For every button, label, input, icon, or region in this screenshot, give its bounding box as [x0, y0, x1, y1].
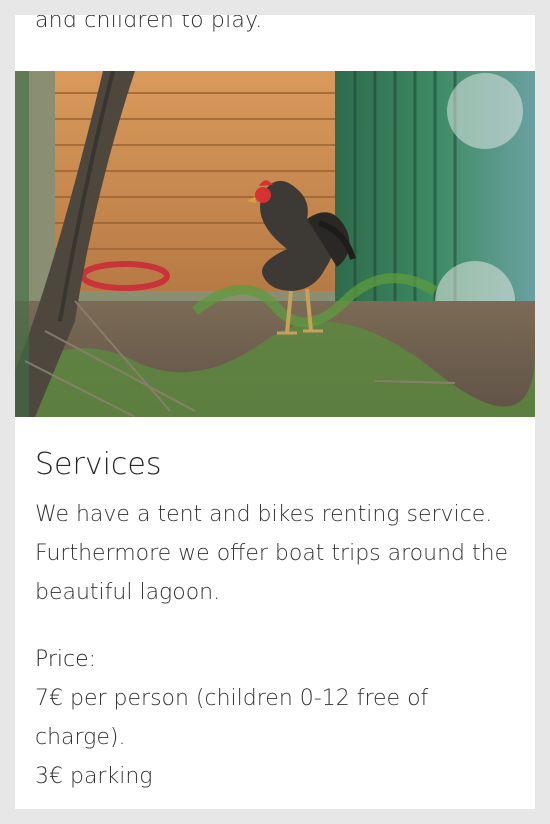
content-card: and children to play. Services We have a… — [15, 15, 535, 809]
services-section: Services We have a tent and bikes rentin… — [35, 445, 515, 796]
price-label: Price: — [35, 647, 97, 672]
rooster-photo — [15, 71, 535, 417]
services-title: Services — [35, 447, 162, 482]
rooster-illustration — [15, 71, 535, 417]
intro-tail-text: and children to play. — [35, 15, 263, 33]
price-line-parking: 3€ parking — [35, 764, 153, 789]
services-description: We have a tent and bikes renting service… — [35, 502, 509, 605]
price-line-person: 7€ per person (children 0-12 free of cha… — [35, 686, 429, 750]
